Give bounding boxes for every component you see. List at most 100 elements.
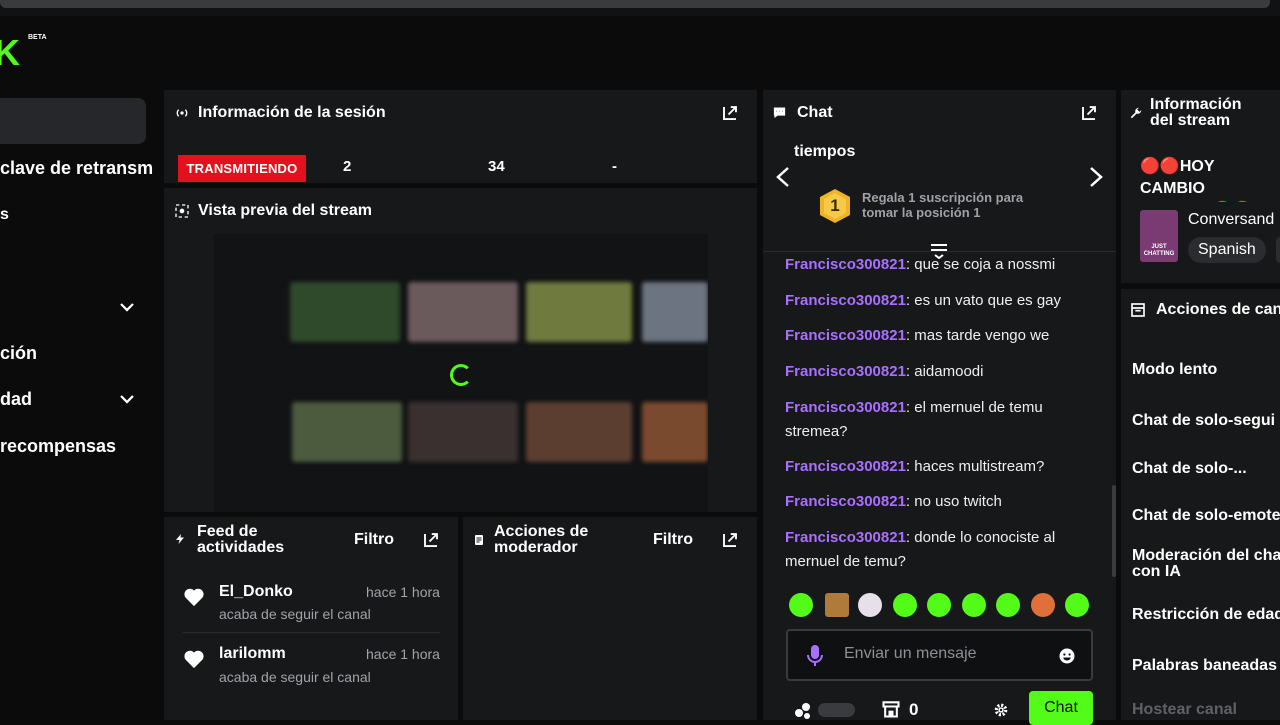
chat-input-box[interactable] xyxy=(786,629,1093,681)
emote-icon[interactable] xyxy=(1065,593,1089,617)
feed-item-action: acaba de seguir el canal xyxy=(219,669,371,685)
emoji-icon[interactable] xyxy=(1058,647,1076,670)
mod-actions-title: Acciones de moderador xyxy=(494,523,589,556)
channel-actions-panel xyxy=(1121,289,1280,720)
store-icon[interactable] xyxy=(881,699,901,724)
preview-thumbnail xyxy=(290,282,400,342)
preview-icon xyxy=(174,203,190,222)
chevron-down-icon[interactable] xyxy=(118,298,134,314)
chat-title: Chat xyxy=(797,104,833,121)
stream-info-title: Información del stream xyxy=(1150,96,1242,129)
chat-message[interactable]: Francisco300821: haces multistream? xyxy=(785,455,1095,479)
feed-item-username[interactable]: larilomm xyxy=(219,645,286,663)
channel-actions-title: Acciones de can xyxy=(1156,301,1280,318)
emote-icon[interactable] xyxy=(996,593,1020,617)
chat-message-input[interactable] xyxy=(844,645,1044,663)
tag-partial xyxy=(1276,237,1280,263)
chat-message[interactable]: Francisco300821: aidamoodi xyxy=(785,360,1095,384)
popout-icon[interactable] xyxy=(721,531,739,549)
browser-scrollbar xyxy=(0,0,1270,8)
pinned-top-text: tiempos xyxy=(794,143,856,160)
feed-item-time: hace 1 hora xyxy=(366,584,440,600)
subs-only-label[interactable]: Chat de solo-... xyxy=(1132,460,1247,478)
category-thumb-text: JUST CHATTING xyxy=(1143,244,1175,257)
followers-only-label[interactable]: Chat de solo-segui xyxy=(1132,412,1275,430)
sidebar-item-rewards[interactable]: recompensas xyxy=(0,436,116,457)
store-count: 0 xyxy=(909,700,919,719)
slow-mode-label[interactable]: Modo lento xyxy=(1132,361,1217,379)
ai-moderation-label[interactable]: Moderación del cha con IA xyxy=(1132,548,1280,580)
preview-thumbnail xyxy=(408,402,518,462)
chat-message[interactable]: Francisco300821: es un vato que es gay xyxy=(785,289,1095,313)
preview-thumbnail xyxy=(642,402,708,462)
activity-feed-title: Feed de actividades xyxy=(197,523,285,556)
kick-logo[interactable]: K xyxy=(0,32,20,74)
emote-icon[interactable] xyxy=(789,593,813,617)
preview-thumbnail xyxy=(292,402,402,462)
browser-top-strip xyxy=(0,0,1280,16)
sidebar-item-dad[interactable]: dad xyxy=(0,389,32,410)
heart-icon xyxy=(183,649,205,669)
wrench-icon xyxy=(1129,106,1143,123)
chat-message[interactable]: Francisco300821: no uso twitch xyxy=(785,490,1095,514)
host-channel-label[interactable]: Hostear canal xyxy=(1132,701,1237,719)
sidebar-item-stream-key[interactable]: clave de retransm xyxy=(0,158,153,179)
session-stat-1: 2 xyxy=(343,158,352,175)
feed-item-action: acaba de seguir el canal xyxy=(219,606,371,622)
gift-sub-text[interactable]: Regala 1 suscripción para tomar la posic… xyxy=(862,190,1052,220)
sidebar-active-item[interactable] xyxy=(0,98,146,144)
feed-filter-button[interactable]: Filtro xyxy=(354,531,394,549)
emote-icon[interactable] xyxy=(927,593,951,617)
chat-scrollbar[interactable] xyxy=(1112,485,1116,577)
mod-filter-button[interactable]: Filtro xyxy=(653,531,693,549)
preview-thumbnail xyxy=(642,282,708,342)
stream-title-text[interactable]: 🔴🔴HOY CAMBIO VIDAAAA🔴🔴 xyxy=(1140,156,1280,202)
chat-bubble-icon xyxy=(772,105,787,123)
category-thumbnail[interactable]: JUST CHATTING xyxy=(1140,210,1178,262)
live-status-badge: TRANSMITIENDO xyxy=(178,155,306,182)
carousel-next-icon[interactable] xyxy=(1088,166,1104,193)
preview-thumbnail xyxy=(526,402,632,462)
chat-message[interactable]: Francisco300821: el mernuel de temu stre… xyxy=(785,396,1095,444)
gift-rank-number: 1 xyxy=(830,196,840,215)
heart-icon xyxy=(183,587,205,607)
broadcast-icon xyxy=(174,105,190,124)
loading-spinner-icon xyxy=(450,364,472,386)
emote-icon[interactable] xyxy=(893,593,917,617)
sidebar-item-partial[interactable]: s xyxy=(0,206,9,224)
age-restriction-label[interactable]: Restricción de edad xyxy=(1132,606,1280,624)
document-icon xyxy=(474,533,484,549)
popout-icon[interactable] xyxy=(1080,104,1098,122)
lightning-icon xyxy=(174,532,186,549)
category-name[interactable]: Conversand xyxy=(1188,211,1274,229)
shield-list-icon xyxy=(1130,302,1146,321)
emote-only-label[interactable]: Chat de solo-emote xyxy=(1132,507,1280,525)
carousel-prev-icon[interactable] xyxy=(775,166,791,193)
chevron-down-icon[interactable] xyxy=(118,390,134,406)
microphone-icon[interactable] xyxy=(807,644,823,673)
preview-thumbnail xyxy=(408,282,518,342)
stream-preview-title: Vista previa del stream xyxy=(198,202,373,219)
feed-item-time: hace 1 hora xyxy=(366,646,440,662)
session-info-title: Información de la sesión xyxy=(198,104,386,121)
banned-words-label[interactable]: Palabras baneadas xyxy=(1132,657,1277,675)
preview-thumbnail xyxy=(526,282,632,342)
emote-icon[interactable] xyxy=(962,593,986,617)
popout-icon[interactable] xyxy=(721,104,739,122)
chat-message[interactable]: Francisco300821: donde lo conociste al m… xyxy=(785,526,1095,574)
popout-icon[interactable] xyxy=(422,531,440,549)
feed-item-username[interactable]: El_Donko xyxy=(219,583,293,601)
chat-message[interactable]: Francisco300821: mas tarde vengo we xyxy=(785,324,1095,348)
points-toggle[interactable] xyxy=(818,703,855,717)
points-icon[interactable] xyxy=(793,700,813,725)
sidebar-item-cion[interactable]: ción xyxy=(0,343,37,364)
emote-icon[interactable] xyxy=(858,593,882,617)
session-stat-3: - xyxy=(612,158,617,175)
beta-label: BETA xyxy=(28,34,47,41)
session-stat-2: 34 xyxy=(488,158,505,175)
chat-message[interactable]: Francisco300821: que se coja a nossmi xyxy=(785,253,1095,273)
emote-icon[interactable] xyxy=(825,593,849,617)
feed-divider xyxy=(183,632,440,633)
emote-icon[interactable] xyxy=(1031,593,1055,617)
language-tag: Spanish xyxy=(1188,237,1266,263)
